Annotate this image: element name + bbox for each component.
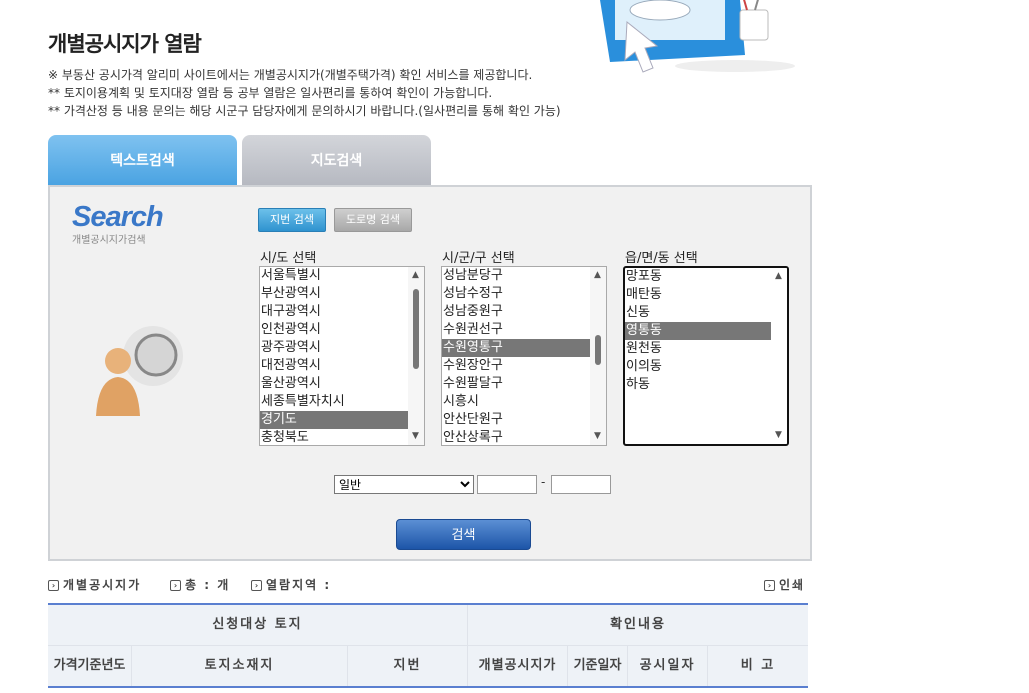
notice-text: ※ 부동산 공시가격 알리미 사이트에서는 개별공시지가(개별주택가격) 확인 … — [48, 66, 561, 120]
sigungu-listbox[interactable]: 성남분당구 성남수정구 성남중원구 수원권선구 수원영통구 수원장안구 수원팔달… — [441, 266, 607, 446]
result-region: › 열람지역 : — [251, 576, 331, 593]
scroll-up-icon[interactable]: ▲ — [775, 272, 782, 281]
sido-option[interactable]: 부산광역시 — [260, 285, 424, 303]
sido-scrollbar[interactable]: ▲ ▼ — [408, 267, 424, 445]
chevron-right-icon: › — [251, 580, 262, 591]
sigungu-option-selected[interactable]: 수원영통구 — [442, 339, 590, 357]
result-total: › 총 : 개 — [170, 576, 230, 593]
scroll-down-icon[interactable]: ▼ — [412, 432, 419, 441]
search-panel: Search 개별공시지가검색 지번 검색 도로명 검색 시/도 선택 시/군/… — [48, 185, 812, 561]
dong-option[interactable]: 신동 — [625, 304, 787, 322]
result-region-label: 열람지역 : — [266, 578, 332, 592]
result-table: 신청대상 토지 확인내용 가격기준년도 토지소재지 지번 개별공시지가 기준일자… — [48, 603, 808, 688]
search-logo: Search 개별공시지가검색 — [72, 201, 164, 246]
chevron-right-icon: › — [170, 580, 181, 591]
sido-option-selected[interactable]: 경기도 — [260, 411, 408, 429]
col-remarks: 비 고 — [740, 658, 776, 673]
sigungu-option[interactable]: 시흥시 — [442, 393, 606, 411]
print-label[interactable]: 인쇄 — [779, 578, 805, 592]
dong-option[interactable]: 하동 — [625, 376, 787, 394]
notice-line: ** 토지이용계획 및 토지대장 열람 등 공부 열람은 일사편리를 통하여 확… — [48, 86, 493, 100]
notice-line: ※ 부동산 공시가격 알리미 사이트에서는 개별공시지가(개별주택가격) 확인 … — [48, 68, 533, 82]
sido-option[interactable]: 울산광역시 — [260, 375, 424, 393]
chevron-right-icon: › — [48, 580, 59, 591]
result-category: › 개별공시지가 — [48, 576, 141, 593]
dong-option[interactable]: 망포동 — [625, 268, 787, 286]
dong-label: 읍/면/동 선택 — [625, 251, 698, 266]
dong-option[interactable]: 이의동 — [625, 358, 787, 376]
sigungu-option[interactable]: 성남분당구 — [442, 267, 606, 285]
sido-option[interactable]: 서울특별시 — [260, 267, 424, 285]
tab-map-search[interactable]: 지도검색 — [242, 135, 431, 185]
result-total-label: 총 : 개 — [185, 578, 231, 592]
col-base-date: 기준일자 — [568, 646, 628, 686]
col-notice-date: 공시일자 — [628, 646, 708, 686]
group-header-confirm: 확인내용 — [610, 617, 666, 632]
sigungu-label: 시/군/구 선택 — [442, 251, 515, 266]
sigungu-option[interactable]: 안산단원구 — [442, 411, 606, 429]
scroll-up-icon[interactable]: ▲ — [594, 271, 601, 280]
scroll-up-icon[interactable]: ▲ — [412, 271, 419, 280]
road-search-button[interactable]: 도로명 검색 — [334, 208, 412, 232]
sido-option[interactable]: 대전광역시 — [260, 357, 424, 375]
person-magnifier-icon — [96, 326, 183, 416]
group-header-target: 신청대상 토지 — [48, 605, 468, 645]
scroll-thumb[interactable] — [595, 335, 601, 365]
scroll-down-icon[interactable]: ▼ — [594, 432, 601, 441]
bubun-input[interactable] — [551, 475, 611, 494]
col-jibun: 지번 — [348, 646, 468, 686]
bunji-separator: - — [541, 475, 546, 489]
sido-option[interactable]: 인천광역시 — [260, 321, 424, 339]
jibun-search-button[interactable]: 지번 검색 — [258, 208, 326, 232]
col-land-price: 개별공시지가 — [468, 646, 568, 686]
scroll-down-icon[interactable]: ▼ — [775, 431, 782, 440]
sido-option[interactable]: 광주광역시 — [260, 339, 424, 357]
dong-scrollbar[interactable]: ▲ ▼ — [771, 268, 787, 444]
sido-label: 시/도 선택 — [260, 251, 317, 266]
bonbun-input[interactable] — [477, 475, 537, 494]
sido-option[interactable]: 충청북도 — [260, 429, 424, 445]
sido-option[interactable]: 세종특별자치시 — [260, 393, 424, 411]
sigungu-option[interactable]: 수원장안구 — [442, 357, 606, 375]
table-group-header-row: 신청대상 토지 확인내용 — [48, 605, 808, 646]
page-title: 개별공시지가 열람 — [48, 32, 202, 56]
scroll-thumb[interactable] — [413, 289, 419, 369]
dong-option[interactable]: 매탄동 — [625, 286, 787, 304]
sigungu-option[interactable]: 수원권선구 — [442, 321, 606, 339]
sigungu-option[interactable]: 수원팔달구 — [442, 375, 606, 393]
sido-option[interactable]: 대구광역시 — [260, 303, 424, 321]
sigungu-option[interactable]: 성남중원구 — [442, 303, 606, 321]
search-button[interactable]: 검색 — [396, 519, 531, 550]
print-link[interactable]: › 인쇄 — [764, 576, 805, 593]
sigungu-scrollbar[interactable]: ▲ ▼ — [590, 267, 606, 445]
chevron-right-icon: › — [764, 580, 775, 591]
sido-listbox[interactable]: 서울특별시 부산광역시 대구광역시 인천광역시 광주광역시 대전광역시 울산광역… — [259, 266, 425, 446]
dong-option[interactable]: 원천동 — [625, 340, 787, 358]
search-logo-word: Search — [72, 201, 164, 233]
dong-option-selected[interactable]: 영통동 — [625, 322, 771, 340]
table-column-header-row: 가격기준년도 토지소재지 지번 개별공시지가 기준일자 공시일자 비 고 — [48, 646, 808, 688]
sigungu-option[interactable]: 성남수정구 — [442, 285, 606, 303]
sigungu-option[interactable]: 안산상록구 — [442, 429, 606, 445]
tab-text-search[interactable]: 텍스트검색 — [48, 135, 237, 185]
notice-line: ** 가격산정 등 내용 문의는 해당 시군구 담당자에게 문의하시기 바랍니다… — [48, 104, 561, 118]
dong-listbox[interactable]: 망포동 매탄동 신동 영통동 원천동 이의동 하동 ▲ ▼ — [623, 266, 789, 446]
result-category-label: 개별공시지가 — [63, 578, 142, 592]
col-price-year: 가격기준년도 — [48, 646, 132, 686]
land-type-select[interactable]: 일반 — [334, 475, 474, 494]
col-location: 토지소재지 — [132, 646, 348, 686]
